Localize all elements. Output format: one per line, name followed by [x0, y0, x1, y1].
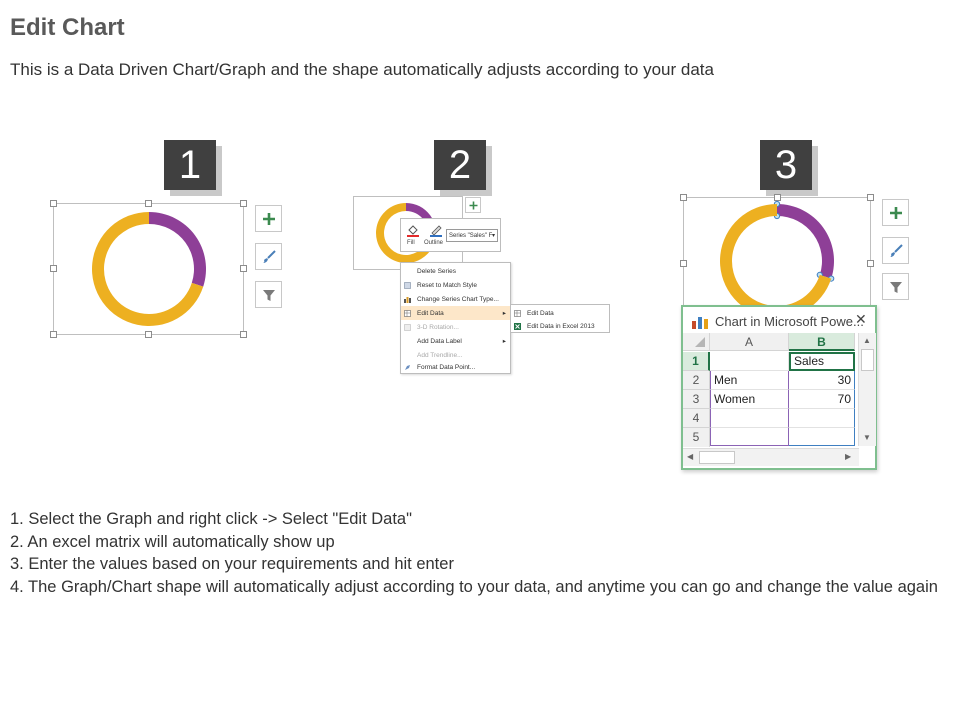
- brush-icon[interactable]: [255, 243, 282, 270]
- cell-a2[interactable]: Men: [710, 371, 789, 390]
- menu-item-3d-rotation[interactable]: 3-D Rotation...: [401, 320, 510, 334]
- chart-bar-icon: [692, 315, 708, 334]
- blank-icon: [404, 268, 411, 275]
- page-subtitle: This is a Data Driven Chart/Graph and th…: [10, 60, 714, 79]
- submenu-arrow-icon: ▸: [502, 310, 506, 317]
- excel-window-title: Chart in Microsoft Powe...: [715, 314, 864, 329]
- reset-icon: [404, 281, 411, 289]
- resize-handle[interactable]: [680, 260, 687, 267]
- instructions-list: 1. Select the Graph and right click -> S…: [10, 508, 940, 598]
- excel-window: Chart in Microsoft Powe... ✕ A B 1 2 3 4…: [681, 305, 877, 470]
- filter-icon[interactable]: [255, 281, 282, 308]
- submenu-item-edit-in-excel[interactable]: Edit Data in Excel 2013: [511, 319, 609, 333]
- scroll-down-icon[interactable]: ▼: [863, 433, 871, 442]
- cell-a5[interactable]: [710, 428, 789, 446]
- fill-label: Fill: [407, 240, 415, 246]
- instruction-step: 1. Select the Graph and right click -> S…: [10, 510, 412, 528]
- menu-item-edit-data[interactable]: Edit Data ▸: [401, 306, 510, 320]
- chevron-down-icon: ▾: [491, 233, 495, 239]
- scroll-up-icon[interactable]: ▲: [863, 336, 871, 345]
- context-menu: Delete Series Reset to Match Style Chang…: [400, 262, 511, 374]
- plus-icon[interactable]: [882, 199, 909, 226]
- resize-handle[interactable]: [50, 200, 57, 207]
- instruction-step: 2. An excel matrix will automatically sh…: [10, 532, 335, 551]
- resize-handle[interactable]: [50, 331, 57, 338]
- cell-b2[interactable]: 30: [789, 371, 855, 390]
- cell-a4[interactable]: [710, 409, 789, 428]
- fill-bucket-icon[interactable]: [406, 223, 420, 237]
- blank-icon: [404, 338, 411, 345]
- resize-handle[interactable]: [240, 265, 247, 272]
- instruction-step: 4. The Graph/Chart shape will automatica…: [10, 577, 938, 596]
- donut-slice-men[interactable]: [149, 212, 206, 287]
- horizontal-scrollbar[interactable]: ◀ ▶: [683, 448, 859, 466]
- spreadsheet-grid: A B 1 2 3 4 5 Sales Men 30 Women 70 ▲ ▼: [683, 333, 876, 447]
- resize-handle[interactable]: [240, 331, 247, 338]
- column-header-b[interactable]: B: [789, 333, 855, 351]
- menu-item-reset-style[interactable]: Reset to Match Style: [401, 278, 510, 292]
- brush-icon[interactable]: [882, 237, 909, 264]
- donut-chart-1[interactable]: [90, 210, 208, 328]
- cell-b3[interactable]: 70: [789, 390, 855, 409]
- bar-chart-icon: [404, 296, 411, 303]
- table-icon: [404, 309, 411, 317]
- close-icon[interactable]: ✕: [855, 311, 867, 328]
- step-badge-1: 1: [164, 140, 216, 190]
- resize-handle[interactable]: [867, 260, 874, 267]
- resize-handle[interactable]: [145, 200, 152, 207]
- cell-b1[interactable]: Sales: [789, 352, 855, 371]
- format-icon: [404, 364, 411, 371]
- row-number[interactable]: 4: [683, 409, 710, 428]
- blank-icon: [404, 352, 411, 359]
- rotation-icon: [404, 323, 411, 331]
- page-title: Edit Chart: [10, 14, 125, 41]
- column-header-a[interactable]: A: [710, 333, 789, 351]
- step-badge-2: 2: [434, 140, 486, 190]
- scroll-thumb[interactable]: [861, 349, 874, 371]
- row-number[interactable]: 2: [683, 371, 710, 390]
- resize-handle[interactable]: [680, 194, 687, 201]
- scroll-left-icon[interactable]: ◀: [687, 452, 693, 461]
- donut-slice-men[interactable]: [777, 204, 834, 279]
- outline-label: Outline: [424, 240, 444, 246]
- scroll-thumb[interactable]: [699, 451, 735, 464]
- row-number[interactable]: 1: [683, 352, 710, 371]
- donut-chart-3[interactable]: [716, 200, 838, 322]
- menu-item-format-data-point[interactable]: Format Data Point...: [401, 360, 510, 374]
- scroll-right-icon[interactable]: ▶: [845, 452, 851, 461]
- submenu-item-edit-data[interactable]: Edit Data: [511, 306, 609, 320]
- submenu-arrow-icon: ▸: [502, 338, 506, 345]
- cell-b4[interactable]: [789, 409, 855, 428]
- cell-b5[interactable]: [789, 428, 855, 446]
- vertical-scrollbar[interactable]: ▲ ▼: [858, 333, 876, 446]
- resize-handle[interactable]: [867, 194, 874, 201]
- resize-handle[interactable]: [50, 265, 57, 272]
- select-all-corner[interactable]: [683, 333, 710, 351]
- edit-data-submenu: Edit Data Edit Data in Excel 2013: [510, 304, 610, 333]
- cell-a1[interactable]: [710, 352, 789, 371]
- plus-icon[interactable]: [255, 205, 282, 232]
- plus-icon[interactable]: [465, 197, 481, 213]
- menu-item-add-data-label[interactable]: Add Data Label ▸: [401, 334, 510, 348]
- instruction-step: 3. Enter the values based on your requir…: [10, 555, 454, 573]
- resize-handle[interactable]: [240, 200, 247, 207]
- mini-format-toolbar: Fill Outline Series "Sales" F ▾: [400, 218, 501, 252]
- table-icon: [514, 309, 521, 317]
- row-number[interactable]: 5: [683, 428, 710, 447]
- step-badge-3: 3: [760, 140, 812, 190]
- menu-item-delete-series[interactable]: Delete Series: [401, 264, 510, 278]
- excel-icon: [514, 322, 521, 330]
- outline-pen-icon[interactable]: [429, 223, 443, 237]
- cell-a3[interactable]: Women: [710, 390, 789, 409]
- series-dropdown[interactable]: Series "Sales" F ▾: [446, 229, 498, 242]
- resize-handle[interactable]: [145, 331, 152, 338]
- filter-icon[interactable]: [882, 273, 909, 300]
- menu-item-change-chart-type[interactable]: Change Series Chart Type...: [401, 292, 510, 306]
- series-dropdown-label: Series "Sales" F: [449, 232, 493, 239]
- row-number[interactable]: 3: [683, 390, 710, 409]
